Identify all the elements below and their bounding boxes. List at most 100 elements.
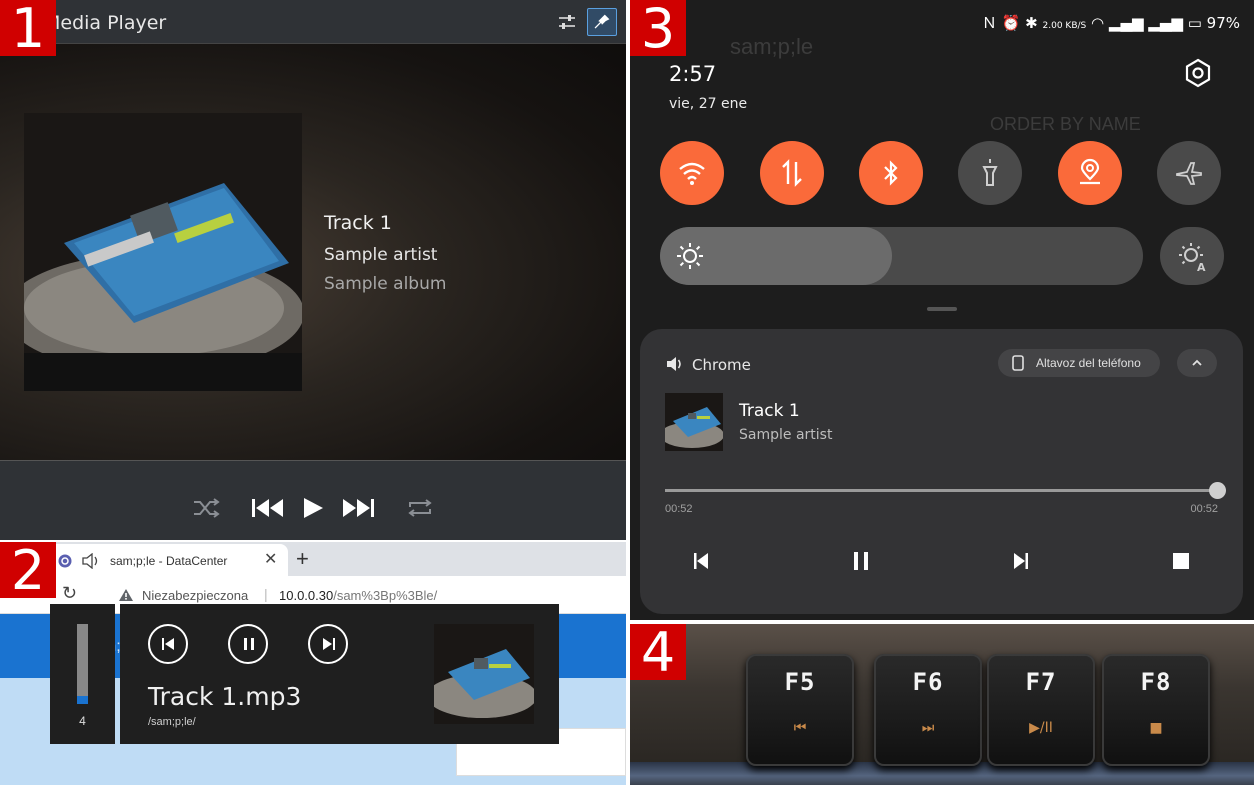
media-path: /sam;p;le/ [148,716,196,728]
airplane-icon [1176,162,1202,185]
flashlight-toggle[interactable] [958,141,1022,205]
f6-key[interactable]: F6 ⏭ [874,654,982,766]
url-text[interactable]: 10.0.0.30/sam%3Bp%3Ble/ [279,588,437,603]
battery-level: 97% [1206,14,1240,32]
shuffle-icon[interactable] [192,497,220,519]
warning-icon[interactable] [118,588,134,602]
notification-album-art [665,393,723,451]
repeat-icon[interactable] [406,497,434,519]
auto-brightness-icon: A [1179,243,1206,272]
track-artist: Sample artist [324,245,438,265]
drag-handle[interactable] [927,307,957,311]
android-notification-panel: sam;p;le ORDER BY NAME Ｎ ⏰ ✱ 2.00 KB/S ◠… [630,0,1254,620]
f7-key[interactable]: F7 ▶/II [987,654,1095,766]
brightness-icon [677,243,703,269]
chevron-up-icon [1192,359,1202,366]
track-album: Sample album [324,274,447,294]
speaker-icon[interactable] [82,553,100,569]
media-notification-card: Chrome Altavoz del teléfono Track 1 Samp… [640,329,1243,614]
bluetooth-toggle[interactable] [859,141,923,205]
url-path: /sam%3Bp%3Ble/ [333,588,438,603]
window-title: Media Player [44,12,167,34]
skip-next-icon[interactable] [1007,547,1035,575]
seek-thumb[interactable] [1209,482,1226,499]
brightness-slider[interactable] [660,227,1143,285]
browser-panel: sam;p;le - DataCenter ✕ + ↻ Niezabezpiec… [0,542,626,785]
status-bar: Ｎ ⏰ ✱ 2.00 KB/S ◠ ▂▄▆ ▂▄▆ ▭ 97% [982,12,1240,33]
bluetooth-icon [884,160,898,186]
location-toggle[interactable] [1058,141,1122,205]
seek-bar[interactable] [665,482,1226,499]
date: vie, 27 ene [669,96,748,112]
reload-icon[interactable]: ↻ [62,583,77,604]
f7-key-label: F7 [1025,668,1057,696]
pause-icon[interactable] [847,547,875,575]
close-tab-icon[interactable]: ✕ [264,549,277,569]
stop-icon: ■ [1149,720,1163,736]
security-label[interactable]: Niezabezpieczona [142,588,248,603]
total-time: 00:52 [1190,503,1218,515]
panel-number-4: 4 [630,624,686,682]
track-title: Track 1 [324,212,392,234]
play-pause-icon: ▶/II [1029,720,1053,736]
auto-brightness-toggle[interactable]: A [1160,227,1224,285]
skip-previous-icon[interactable] [687,547,715,575]
output-device-chip[interactable]: Altavoz del teléfono [998,349,1160,377]
media-player-panel: Media Player Track 1 Sample artist Sampl… [0,0,626,540]
output-device-label: Altavoz del teléfono [1036,356,1141,370]
next-track-icon[interactable] [341,497,375,519]
battery-icon: ▭ [1187,14,1202,32]
wifi-status-icon: ◠ [1091,14,1105,32]
network-speed: 2.00 KB/S [1042,21,1087,31]
volume-slider-fill [77,696,88,704]
location-icon [1080,158,1100,185]
nfc-icon: Ｎ [981,14,997,32]
f5-key[interactable]: F5 ⏮ [746,654,854,766]
next-track-icon: ⏭ [921,720,935,736]
airplane-mode-toggle[interactable] [1157,141,1221,205]
volume-flyout: 4 [50,604,115,744]
address-divider: | [264,586,268,602]
next-button[interactable] [308,624,348,664]
title-bar: Media Player [0,0,626,44]
volume-icon [667,357,681,371]
f6-key-label: F6 [912,668,944,696]
panel-number-1: 1 [0,0,56,58]
browser-tab[interactable]: sam;p;le - DataCenter ✕ [46,544,288,576]
previous-button[interactable] [148,624,188,664]
play-icon[interactable] [302,497,324,519]
f8-key[interactable]: F8 ■ [1102,654,1210,766]
previous-track-icon[interactable] [251,497,285,519]
collapse-button[interactable] [1177,349,1217,377]
favicon-icon [58,554,72,568]
album-art [24,113,302,391]
media-thumbnail [434,624,534,724]
settings-icon[interactable] [1183,58,1213,88]
media-overlay: Track 1.mp3 /sam;p;le/ [120,604,559,744]
media-title: Track 1.mp3 [148,682,302,711]
previous-icon [162,638,174,650]
new-tab-icon[interactable]: + [296,546,309,572]
equalizer-icon[interactable] [552,8,582,36]
alarm-icon: ⏰ [1001,14,1021,32]
background-page-title: sam;p;le [730,34,814,59]
previous-track-icon: ⏮ [793,720,807,736]
stop-icon[interactable] [1167,547,1195,575]
volume-value: 4 [79,714,86,728]
notification-track-title: Track 1 [739,401,800,421]
svg-text:A: A [1197,261,1206,272]
pin-icon[interactable] [587,8,617,36]
wifi-toggle[interactable] [660,141,724,205]
pause-icon [244,638,254,650]
tab-strip: sam;p;le - DataCenter ✕ + [0,542,626,576]
data-transfer-icon [782,159,802,187]
flashlight-icon [982,159,998,186]
panel-number-2: 2 [0,542,56,600]
signal-icon: ▂▄▆ [1108,14,1144,32]
pause-button[interactable] [228,624,268,664]
playback-controls [0,460,626,540]
volume-slider[interactable] [77,624,88,704]
source-app-name: Chrome [692,356,751,374]
url-host: 10.0.0.30 [279,588,334,603]
mobile-data-toggle[interactable] [760,141,824,205]
